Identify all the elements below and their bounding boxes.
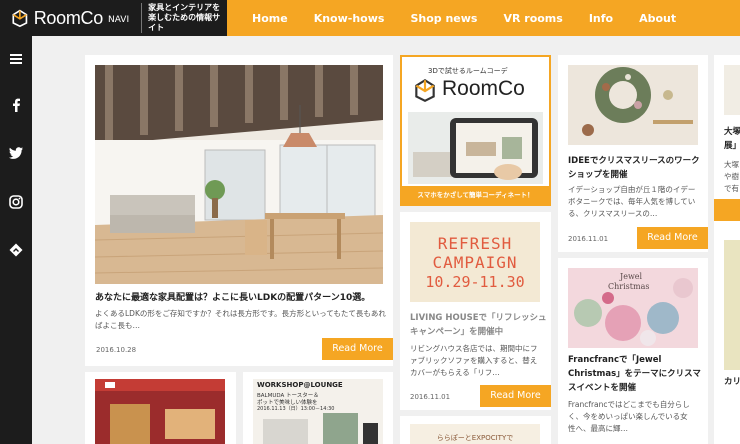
article-card-ldk[interactable]: あなたに最適な家具配置は？よこに長いLDKの配置パターン10選。 よくあるLDK… bbox=[85, 55, 393, 366]
article-excerpt: 大塚 や樹 で有 bbox=[724, 160, 739, 193]
read-more-button[interactable]: Read More bbox=[637, 227, 708, 249]
article-card-expocity[interactable]: ららぽーとEXPOCITYで bbox=[400, 416, 551, 444]
ad-logo-text: RoomCo bbox=[442, 77, 525, 100]
nav-info[interactable]: Info bbox=[589, 12, 613, 25]
article-date: 2016.10.28 bbox=[96, 346, 137, 354]
article-card-bottom-left[interactable] bbox=[85, 372, 236, 444]
facebook-icon[interactable] bbox=[8, 97, 24, 113]
article-card-partial-2[interactable]: カリ bbox=[714, 230, 740, 444]
ad-tagline: 3Dで試せるルームコーデ bbox=[428, 67, 508, 75]
article-date: 2016.11.01 bbox=[410, 393, 451, 401]
article-image-jewel-christmas[interactable]: Jewel Christmas bbox=[568, 268, 698, 348]
article-title[interactable]: Francfrancで「Jewel Christmas」をテーマにクリスマ スイ… bbox=[568, 353, 708, 395]
article-image-workshop[interactable]: WORKSHOP@LOUNGE BALMUDA トースター＆ ポットで美味しい体… bbox=[253, 379, 383, 444]
article-card-workshop[interactable]: WORKSHOP@LOUNGE BALMUDA トースター＆ ポットで美味しい体… bbox=[243, 372, 393, 444]
nav-vr-rooms[interactable]: VR rooms bbox=[503, 12, 562, 25]
article-date: 2016.11.01 bbox=[568, 235, 609, 243]
nav-home[interactable]: Home bbox=[252, 12, 288, 25]
article-image-wreath[interactable] bbox=[568, 65, 698, 145]
article-excerpt: Francfrancではどこまでも自分らし く、今をめいっぱい楽しんでいる女 性… bbox=[568, 400, 690, 433]
article-card-idee-wreath[interactable]: IDEEでクリスマスリースのワーク ショップを開催 イデーショップ自由が丘１階の… bbox=[558, 55, 708, 252]
top-nav: Home Know-hows Shop news VR rooms Info A… bbox=[227, 0, 740, 36]
article-card-francfranc[interactable]: Jewel Christmas Francfrancで「Jewel Christ… bbox=[558, 258, 708, 444]
article-title[interactable]: カリ bbox=[724, 375, 740, 389]
roomco-ad-banner[interactable]: 3Dで試せるルームコーデ RoomCo スマホをかざして簡単コーディネート！ bbox=[400, 55, 551, 206]
read-more-button[interactable] bbox=[714, 199, 740, 221]
nav-about[interactable]: About bbox=[639, 12, 676, 25]
article-image-chair[interactable] bbox=[95, 379, 225, 444]
article-image-refresh-campaign[interactable]: REFRESH CAMPAIGN 10.29-11.30 bbox=[410, 222, 540, 302]
read-more-button[interactable]: Read More bbox=[480, 385, 551, 407]
site-tagline: 家具とインテリアを 楽しむための情報サイト bbox=[141, 3, 227, 33]
article-image-expocity[interactable]: ららぽーとEXPOCITYで bbox=[410, 424, 540, 444]
article-title[interactable]: 大塚 展」 bbox=[724, 125, 740, 153]
instagram-icon[interactable] bbox=[8, 194, 24, 210]
logo-text: RoomCo bbox=[33, 7, 104, 28]
article-card-refresh-campaign[interactable]: REFRESH CAMPAIGN 10.29-11.30 LIVING HOUS… bbox=[400, 212, 551, 410]
article-card-partial[interactable]: 大塚 展」 大塚 や樹 で有 2016 bbox=[714, 55, 740, 252]
feedly-icon[interactable] bbox=[8, 242, 24, 258]
nav-know-hows[interactable]: Know-hows bbox=[314, 12, 385, 25]
roomco-logo-icon bbox=[12, 9, 28, 28]
article-title[interactable]: LIVING HOUSEで「リフレッシュ キャンペーン」を開催中 bbox=[410, 311, 550, 339]
article-excerpt: リビングハウス各店では、期間中にフ ァブリックソファを購入すると、替え カバーが… bbox=[410, 344, 538, 377]
ad-phone-image bbox=[408, 112, 543, 184]
article-title[interactable]: あなたに最適な家具配置は？よこに長いLDKの配置パターン10選。 bbox=[95, 291, 385, 305]
brand-area[interactable]: RoomCo NAVI 家具とインテリアを 楽しむための情報サイト bbox=[0, 0, 227, 36]
article-excerpt: イデーショップ自由が丘１階のイデー ボタニークでは、毎年人気を博してい る、クリ… bbox=[568, 185, 696, 218]
article-excerpt: よくあるLDKの形をご存知ですか？それは長方形です。長方形といってもたて長もあれ… bbox=[95, 309, 386, 330]
roomco-ad-logo-icon bbox=[415, 78, 435, 103]
article-image-ldk-room[interactable] bbox=[95, 65, 383, 284]
read-more-button[interactable]: Read More bbox=[322, 338, 393, 360]
article-title[interactable]: IDEEでクリスマスリースのワーク ショップを開催 bbox=[568, 154, 708, 182]
twitter-icon[interactable] bbox=[8, 145, 24, 161]
ad-caption: スマホをかざして簡単コーディネート！ bbox=[402, 186, 549, 204]
nav-shop-news[interactable]: Shop news bbox=[410, 12, 477, 25]
logo-suffix: NAVI bbox=[107, 14, 130, 25]
menu-icon[interactable] bbox=[8, 51, 24, 67]
social-sidebar bbox=[0, 36, 32, 444]
